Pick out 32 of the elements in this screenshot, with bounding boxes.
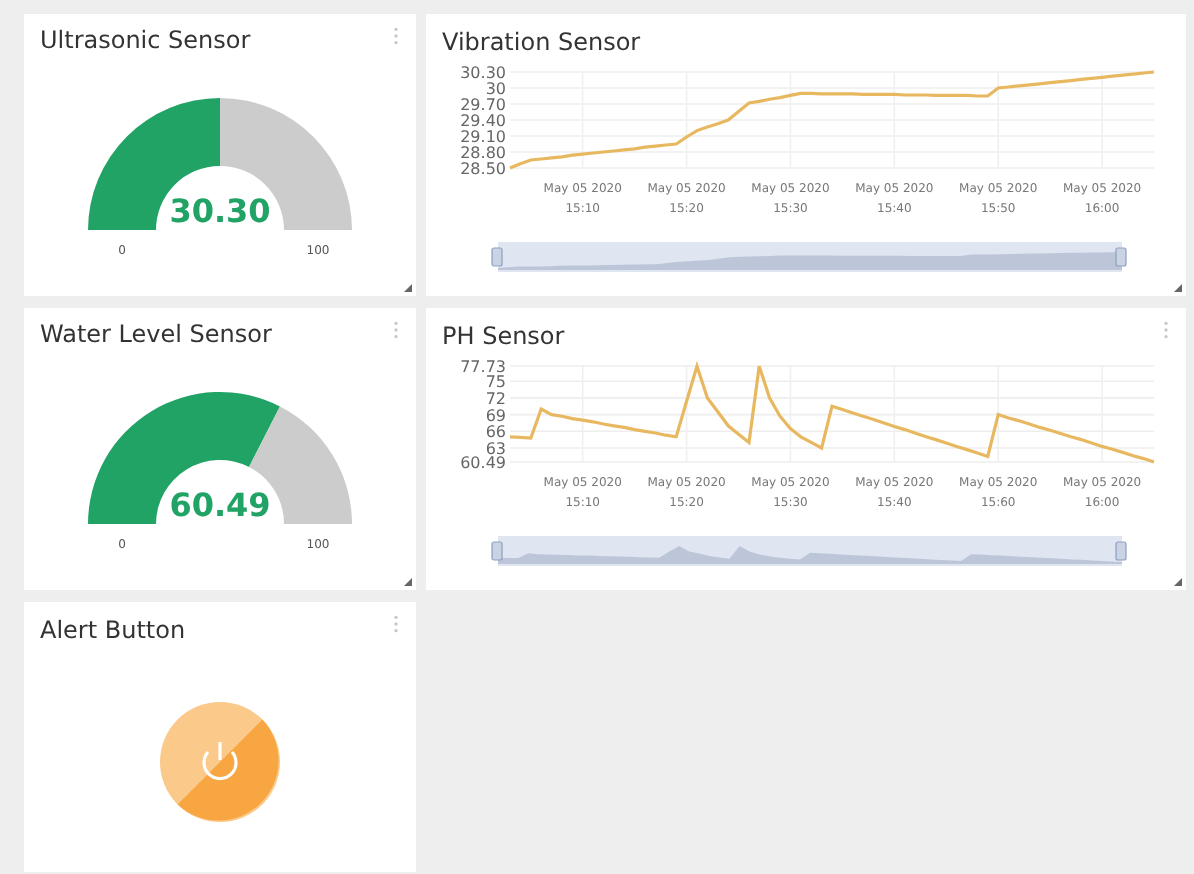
axis-label: 30.30: [460, 64, 506, 82]
power-button[interactable]: [158, 700, 282, 824]
resize-handle-icon[interactable]: [404, 578, 412, 586]
menu-icon[interactable]: [392, 614, 400, 634]
resize-handle-icon[interactable]: [404, 284, 412, 292]
zoom-slider[interactable]: [490, 240, 1130, 276]
gauge-value: 60.49: [169, 486, 271, 524]
axis-label: 29.70: [460, 96, 506, 114]
axis-label: 29.10: [460, 128, 506, 146]
axis-label: 29.40: [460, 112, 506, 130]
menu-icon[interactable]: [392, 320, 400, 340]
widget-title: Water Level Sensor: [40, 320, 272, 348]
zoom-slider[interactable]: [490, 534, 1130, 570]
axis-label: 28.50: [460, 160, 506, 178]
axis-label: 30: [485, 80, 506, 98]
axis-label: 75: [485, 373, 506, 392]
widget-title: Ultrasonic Sensor: [40, 26, 251, 54]
widget-title: Vibration Sensor: [442, 28, 641, 56]
widget-title: PH Sensor: [442, 322, 565, 350]
axis-label: 28.80: [460, 144, 506, 162]
axis-label: 63: [485, 440, 506, 458]
axis-label: 77.73: [460, 358, 506, 376]
resize-handle-icon[interactable]: [1174, 284, 1182, 292]
axis-label: 69: [485, 406, 506, 425]
widget-title: Alert Button: [40, 616, 186, 644]
resize-handle-icon[interactable]: [1174, 578, 1182, 586]
menu-icon[interactable]: [392, 26, 400, 46]
menu-icon[interactable]: [1162, 320, 1170, 340]
axis-label: 72: [485, 389, 506, 408]
axis-label: 66: [485, 423, 506, 442]
gauge-value: 30.30: [169, 192, 271, 230]
axis-label: 60.49: [460, 454, 506, 472]
